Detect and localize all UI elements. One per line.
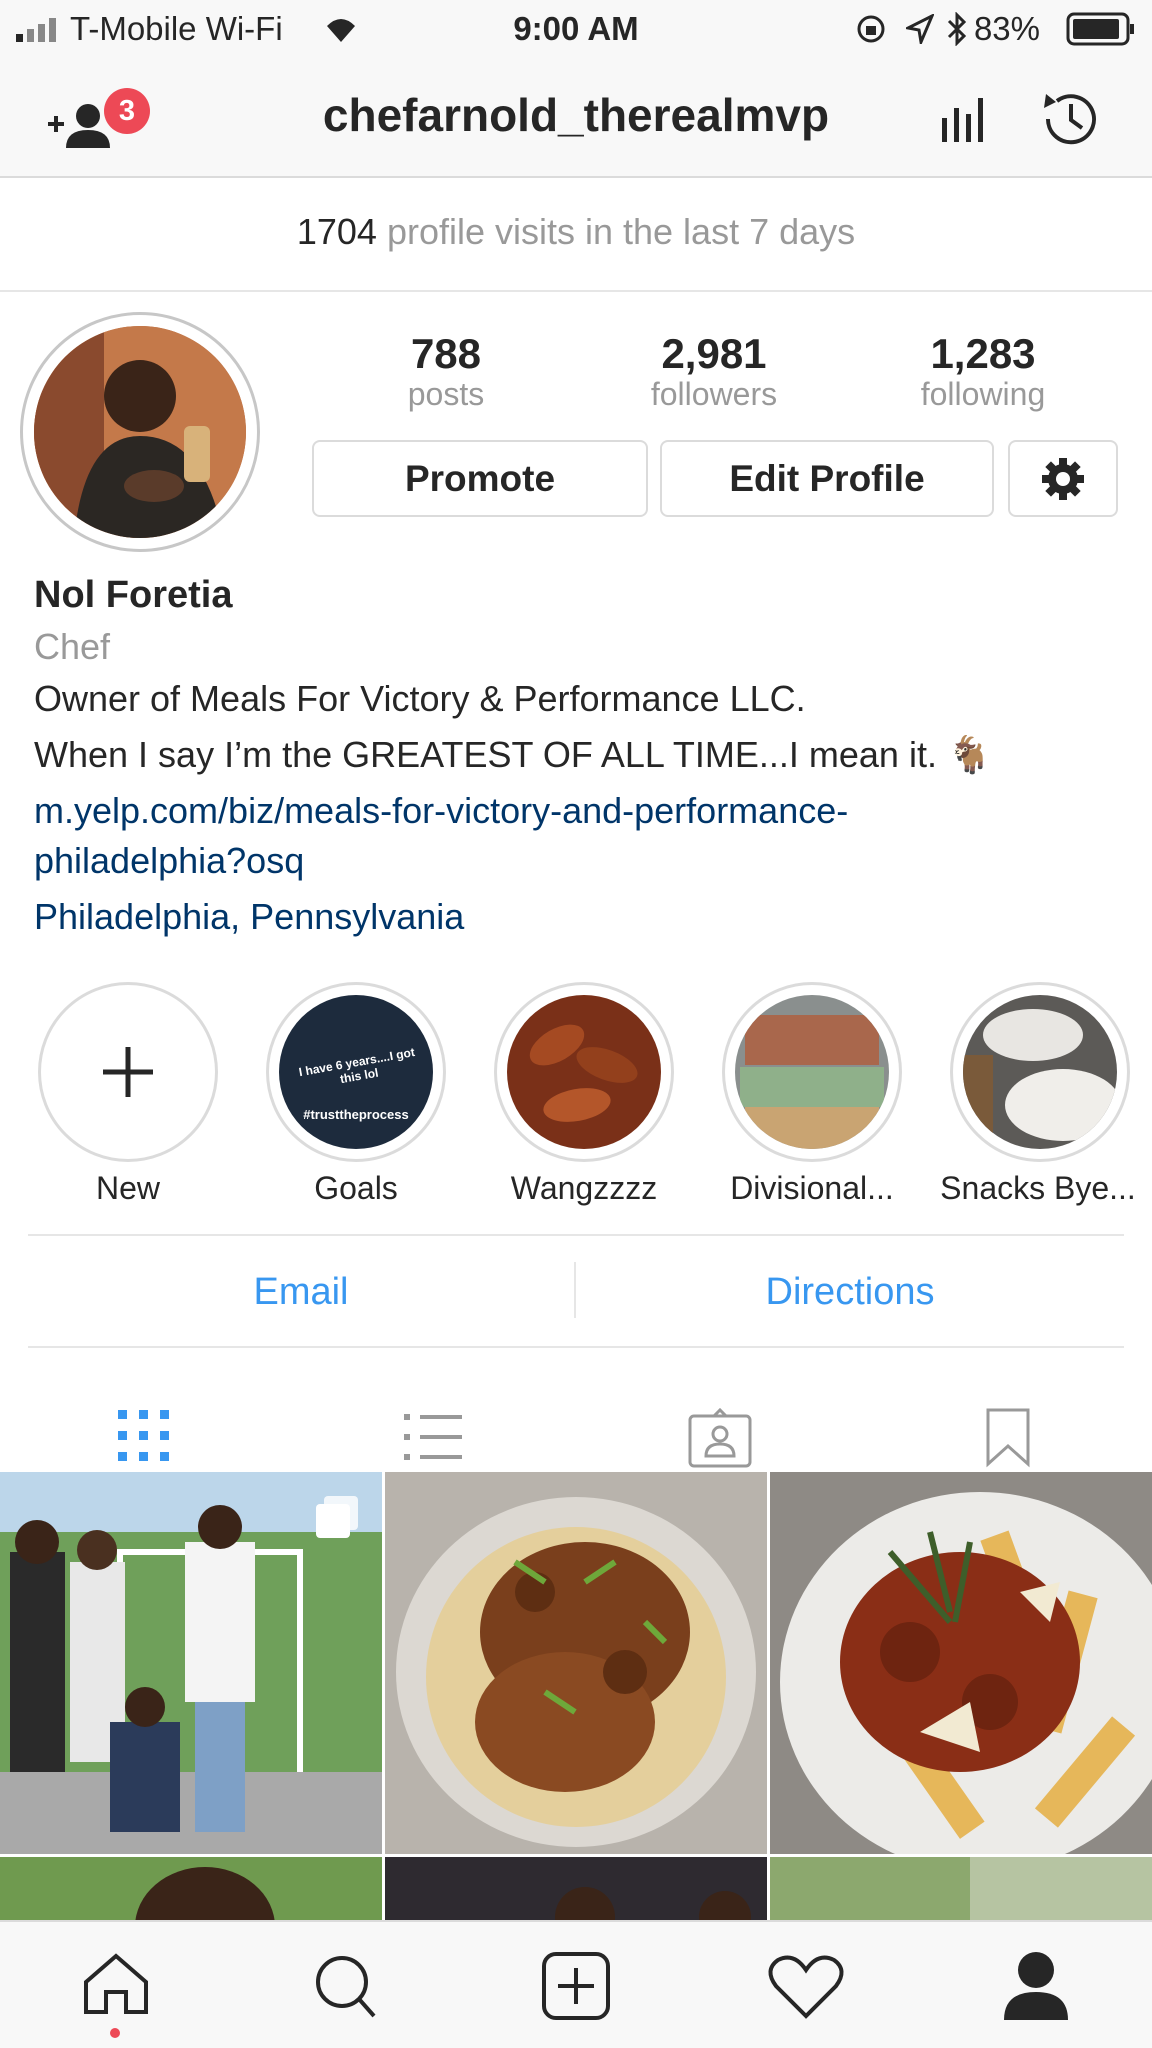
tab-saved[interactable] bbox=[864, 1372, 1152, 1472]
carousel-icon bbox=[316, 1496, 358, 1538]
profile-icon bbox=[1004, 1952, 1068, 2020]
profile-header: 3 chefarnold_therealmvp bbox=[0, 58, 1152, 178]
highlight-label-snacks: Snacks Bye... bbox=[940, 1170, 1136, 1206]
location-arrow-icon bbox=[906, 14, 934, 44]
profile-visits-banner[interactable]: 1704 profile visits in the last 7 days bbox=[0, 178, 1152, 292]
list-icon bbox=[404, 1414, 462, 1460]
divider-top bbox=[28, 1234, 1124, 1236]
following-value: 1,283 bbox=[930, 330, 1036, 377]
posts-label: posts bbox=[407, 376, 485, 412]
highlight-label-divisional: Divisional... bbox=[730, 1170, 894, 1206]
avatar-photo bbox=[34, 326, 246, 538]
avatar[interactable] bbox=[34, 326, 246, 538]
promote-button[interactable]: Promote bbox=[312, 440, 648, 517]
website-link-line-2[interactable]: philadelphia?osq bbox=[34, 840, 304, 882]
directions-button[interactable]: Directions bbox=[576, 1240, 1124, 1344]
highlight-label-wangzzzz: Wangzzzz bbox=[510, 1170, 658, 1206]
posts-value: 788 bbox=[410, 330, 482, 377]
profile-category: Chef bbox=[34, 626, 111, 667]
archive-history-icon[interactable] bbox=[1038, 86, 1104, 152]
highlight-new[interactable] bbox=[38, 982, 218, 1162]
plus-icon bbox=[103, 1047, 153, 1097]
post-thumbnail[interactable] bbox=[0, 1857, 382, 1920]
nav-new-post[interactable] bbox=[526, 1946, 626, 2026]
settings-button[interactable] bbox=[1008, 440, 1118, 517]
tab-grid[interactable] bbox=[0, 1372, 288, 1472]
highlight-snacks[interactable] bbox=[950, 982, 1130, 1162]
tagged-person-icon bbox=[688, 1408, 752, 1468]
post-thumbnail[interactable] bbox=[770, 1857, 1152, 1920]
home-activity-dot bbox=[110, 2028, 120, 2038]
group-dark-photo bbox=[385, 1857, 767, 1920]
plates-cover bbox=[963, 995, 1117, 1149]
post-thumbnail[interactable] bbox=[385, 1472, 767, 1854]
portrait-photo bbox=[0, 1857, 382, 1920]
followers-label: followers bbox=[650, 376, 778, 412]
nav-home[interactable] bbox=[66, 1946, 166, 2038]
visits-count: 1704 bbox=[296, 211, 377, 252]
edit-profile-button[interactable]: Edit Profile bbox=[660, 440, 994, 517]
rotation-lock-icon bbox=[857, 15, 885, 43]
followers-count[interactable]: 2,981 followers bbox=[589, 330, 839, 413]
home-icon bbox=[84, 1953, 148, 2014]
post-thumbnail[interactable] bbox=[385, 1857, 767, 1920]
wings-cover bbox=[507, 995, 661, 1149]
add-post-icon bbox=[542, 1952, 610, 2020]
grid-icon bbox=[118, 1410, 169, 1461]
status-bar: T-Mobile Wi-Fi 9:00 AM 83% bbox=[0, 0, 1152, 58]
bluetooth-icon bbox=[947, 12, 967, 46]
insights-icon[interactable] bbox=[940, 94, 994, 144]
nav-search[interactable] bbox=[296, 1946, 396, 2026]
goals-cover: I have 6 years....I got this lol #trustt… bbox=[279, 995, 433, 1149]
highlight-label-new: New bbox=[95, 1170, 160, 1206]
chicken-rice-photo bbox=[385, 1472, 767, 1854]
divider-bottom bbox=[28, 1346, 1124, 1348]
tab-list[interactable] bbox=[288, 1372, 576, 1472]
nav-profile[interactable] bbox=[986, 1946, 1086, 2026]
goals-cover-tag: #trusttheprocess bbox=[303, 1107, 409, 1122]
bio-line-1: Owner of Meals For Victory & Performance… bbox=[34, 678, 806, 719]
gear-icon bbox=[1042, 458, 1084, 500]
following-count[interactable]: 1,283 following bbox=[858, 330, 1108, 413]
battery-icon bbox=[1066, 12, 1134, 46]
search-icon bbox=[316, 1956, 376, 2018]
posts-count[interactable]: 788 posts bbox=[321, 330, 571, 413]
following-label: following bbox=[920, 376, 1046, 412]
heart-icon bbox=[768, 1955, 844, 2019]
goals-cover-text: I have 6 years....I got this lol bbox=[297, 1045, 416, 1087]
post-thumbnail[interactable] bbox=[0, 1472, 382, 1854]
bio-line-2: When I say I’m the GREATEST OF ALL TIME.… bbox=[34, 734, 992, 775]
trays-cover bbox=[735, 995, 889, 1149]
location-link[interactable]: Philadelphia, Pennsylvania bbox=[34, 896, 464, 938]
pasta-photo bbox=[770, 1472, 1152, 1854]
highlight-goals[interactable]: I have 6 years....I got this lol #trustt… bbox=[266, 982, 446, 1162]
bookmark-icon bbox=[986, 1408, 1030, 1468]
tab-tagged[interactable] bbox=[576, 1372, 864, 1472]
profile-display-name: Nol Foretia bbox=[34, 574, 233, 616]
visits-text: profile visits in the last 7 days bbox=[386, 211, 856, 252]
followers-value: 2,981 bbox=[661, 330, 767, 377]
highlight-divisional[interactable] bbox=[722, 982, 902, 1162]
website-link-line-1[interactable]: m.yelp.com/biz/meals-for-victory-and-per… bbox=[34, 790, 848, 832]
email-button[interactable]: Email bbox=[28, 1240, 574, 1344]
post-thumbnail[interactable] bbox=[770, 1472, 1152, 1854]
nav-activity[interactable] bbox=[756, 1946, 856, 2026]
battery-percent: 83% bbox=[973, 10, 1040, 47]
outdoor-photo bbox=[770, 1857, 1152, 1920]
highlight-wangzzzz[interactable] bbox=[494, 982, 674, 1162]
highlight-label-goals: Goals bbox=[314, 1170, 398, 1206]
